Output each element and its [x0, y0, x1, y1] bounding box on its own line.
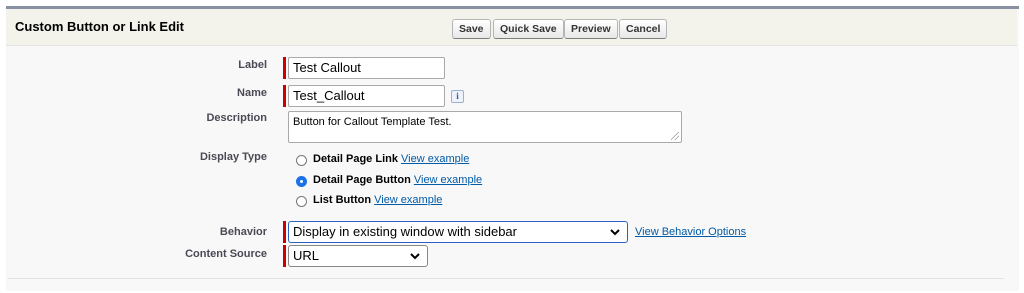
quick-save-button[interactable]: Quick Save: [493, 19, 564, 39]
resize-grip-icon[interactable]: [671, 132, 679, 140]
required-indicator: [283, 221, 286, 243]
radio-detail-page-button[interactable]: [296, 176, 307, 187]
name-input[interactable]: Test_Callout: [288, 85, 445, 107]
page-header: Custom Button or Link Edit Save Quick Sa…: [6, 9, 1017, 46]
preview-button[interactable]: Preview: [564, 19, 618, 39]
info-icon[interactable]: i: [451, 90, 464, 103]
radio-list-button[interactable]: [296, 196, 307, 207]
chevron-down-icon: [610, 229, 620, 236]
name-field-label: Name: [237, 87, 267, 99]
display-type-field-label: Display Type: [199, 151, 267, 163]
description-text: Button for Callout Template Test.: [293, 116, 452, 128]
page-title: Custom Button or Link Edit: [15, 19, 184, 34]
radio-detail-page-link[interactable]: [296, 155, 307, 166]
radio-label-detail-page-button: Detail Page Button View example: [313, 174, 483, 186]
radio-label-detail-page-link: Detail Page Link View example: [313, 153, 470, 165]
required-indicator: [283, 57, 286, 79]
content-source-select[interactable]: URL: [288, 245, 428, 267]
radio-label-list-button: List Button View example: [313, 194, 443, 206]
label-field-label: Label: [238, 59, 267, 71]
content-source-select-value: URL: [293, 248, 320, 263]
view-behavior-options-link[interactable]: View Behavior Options: [635, 226, 746, 238]
save-button[interactable]: Save: [452, 19, 491, 39]
content-source-field-label: Content Source: [185, 248, 267, 260]
view-example-link[interactable]: View example: [401, 153, 469, 165]
description-textarea[interactable]: Button for Callout Template Test.: [288, 111, 682, 143]
label-input[interactable]: Test Callout: [288, 57, 445, 79]
required-indicator: [283, 85, 286, 107]
cancel-button[interactable]: Cancel: [619, 19, 668, 39]
required-indicator: [283, 245, 286, 267]
behavior-select-value: Display in existing window with sidebar: [293, 224, 517, 239]
description-field-label: Description: [206, 112, 267, 124]
view-example-link[interactable]: View example: [414, 174, 482, 186]
behavior-select[interactable]: Display in existing window with sidebar: [288, 221, 628, 243]
divider: [8, 278, 1004, 279]
behavior-field-label: Behavior: [219, 226, 267, 238]
view-example-link[interactable]: View example: [374, 194, 442, 206]
chevron-down-icon: [410, 253, 420, 260]
